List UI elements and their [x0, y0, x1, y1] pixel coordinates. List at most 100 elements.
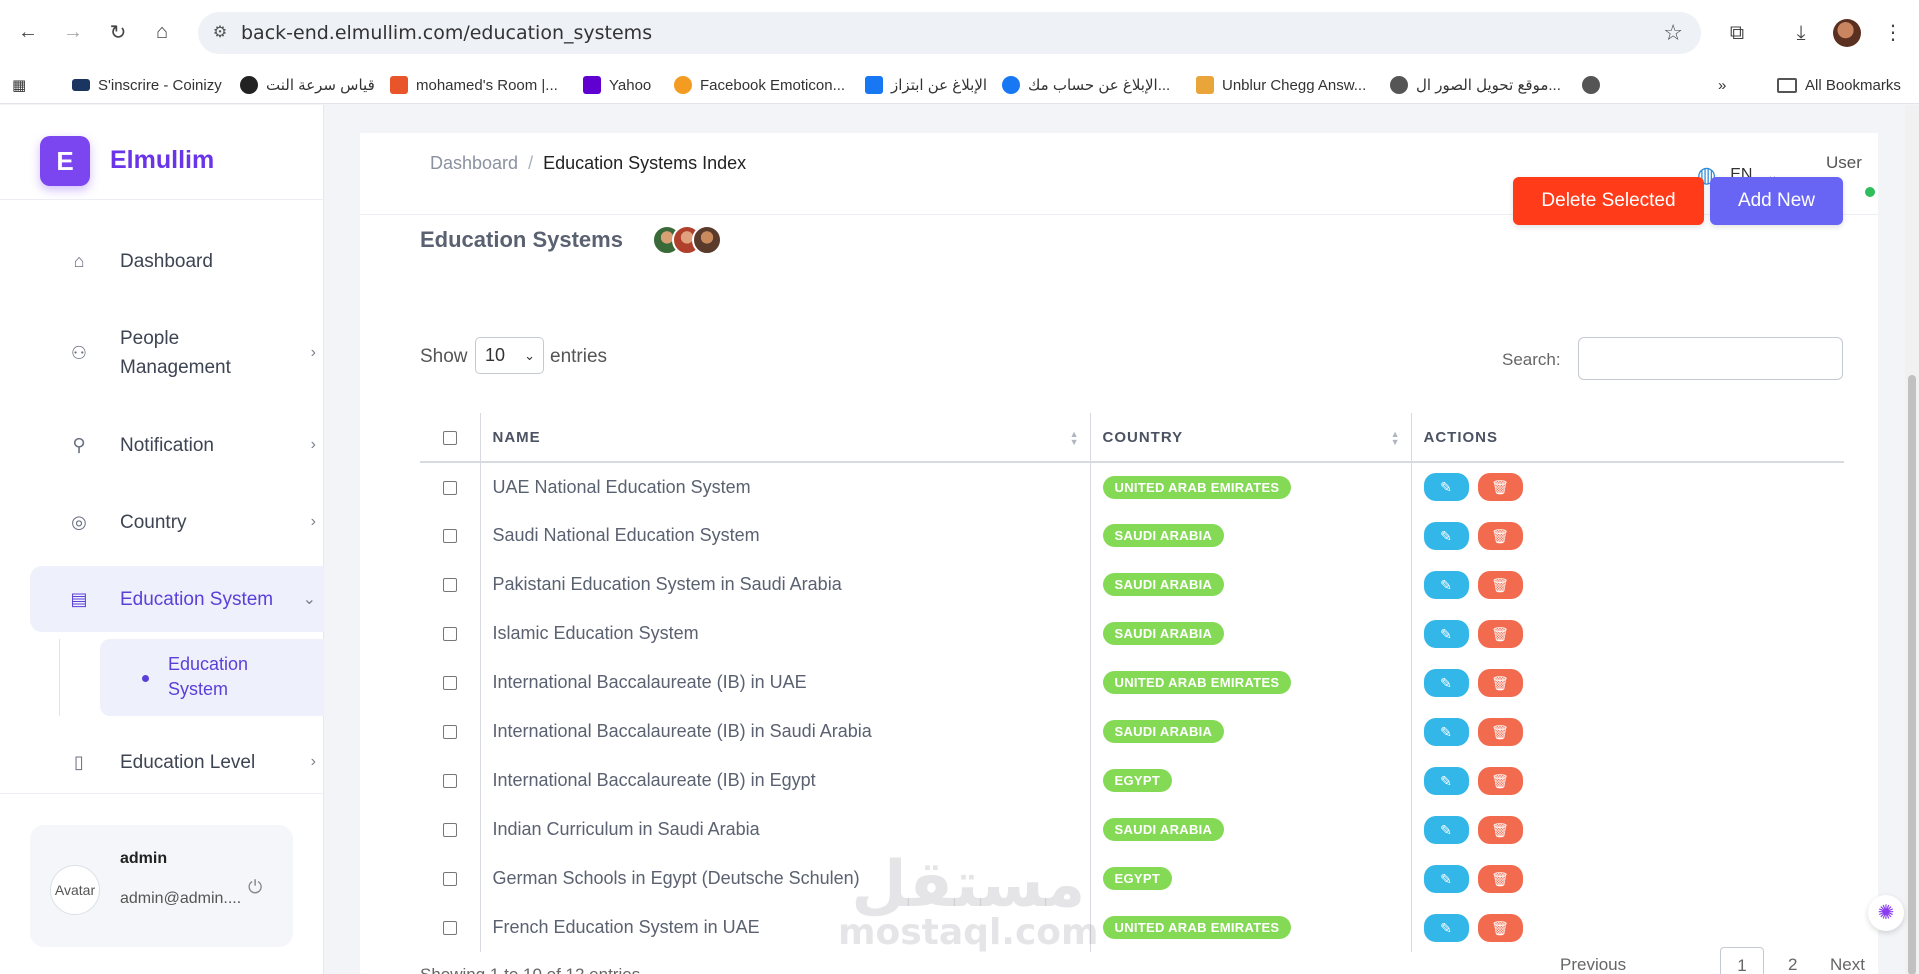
trash-icon[interactable]: 🗑 [1477, 815, 1523, 844]
bookmark-5[interactable]: الإبلاغ عن ابتزاز [865, 73, 987, 97]
bookmark-3[interactable]: Yahoo [583, 73, 651, 97]
edit-icon[interactable]: ✎ [1423, 521, 1469, 550]
page-scrollbar[interactable] [1905, 105, 1919, 974]
download-icon[interactable]: ⤓ [1786, 18, 1816, 48]
sidebar-item-education-level[interactable]: ▯ Education Level › [30, 742, 324, 782]
chevron-right-icon: › [310, 513, 316, 530]
sidebar-item-dashboard[interactable]: ⌂ Dashboard [30, 241, 324, 281]
row-checkbox[interactable] [442, 627, 457, 642]
row-checkbox[interactable] [442, 725, 457, 740]
apps-grid-icon[interactable]: ▦ [12, 73, 26, 97]
row-checkbox[interactable] [442, 872, 457, 887]
bookmark-2[interactable]: mohamed's Room |... [390, 73, 558, 97]
page-title: Education Systems [420, 227, 623, 252]
power-icon[interactable]: ⏻ [248, 877, 262, 898]
search-input[interactable] [1578, 337, 1843, 380]
address-bar[interactable]: ⚙ back-end.elmullim.com/education_system… [198, 12, 1701, 54]
cell-country: SAUDI ARABIA [1089, 707, 1411, 756]
user-name: admin [120, 850, 168, 867]
sidebar-item-label: People Management [120, 328, 231, 378]
profile-avatar[interactable] [1833, 19, 1861, 47]
sidebar-item-notification[interactable]: ⚲ Notification › [30, 425, 324, 465]
bookmark-8[interactable]: موقع تحويل الصور ال... [1390, 73, 1561, 97]
row-checkbox[interactable] [442, 578, 457, 593]
forward-icon[interactable]: → [59, 18, 87, 46]
bookmark-star-icon[interactable]: ☆ [1663, 20, 1683, 46]
home-icon[interactable]: ⌂ [148, 18, 176, 46]
bookmark-favicon [1390, 76, 1408, 94]
search-label: Search: [1502, 350, 1561, 369]
bookmark-6[interactable]: الإبلاغ عن حساب مك... [1002, 73, 1170, 97]
edit-icon[interactable]: ✎ [1423, 619, 1469, 648]
edit-icon[interactable]: ✎ [1423, 717, 1469, 746]
cell-actions: ✎ 🗑 [1410, 805, 1844, 854]
row-select-cell [420, 462, 480, 511]
next-button[interactable]: Next [1830, 955, 1865, 974]
row-checkbox[interactable] [442, 480, 457, 495]
cell-country: SAUDI ARABIA [1089, 609, 1411, 658]
brain-icon[interactable]: ✺ [1868, 895, 1904, 931]
submenu-item-education-system[interactable]: Education System [100, 639, 324, 716]
avatar[interactable] [692, 225, 722, 255]
edit-icon[interactable]: ✎ [1423, 668, 1469, 697]
page-2-button[interactable]: 2 [1788, 955, 1797, 974]
menu-kebab-icon[interactable]: ⋮ [1878, 18, 1908, 48]
breadcrumb-dashboard[interactable]: Dashboard [430, 153, 518, 173]
entries-select[interactable]: 10 ⌄ [475, 337, 544, 374]
breadcrumb-current: Education Systems Index [543, 153, 747, 173]
site-info-icon[interactable]: ⚙ [208, 21, 232, 45]
user-icon: ⚲ [72, 435, 86, 455]
edit-icon[interactable]: ✎ [1423, 473, 1469, 501]
row-checkbox[interactable] [442, 823, 457, 838]
scrollbar-thumb[interactable] [1908, 375, 1916, 974]
trash-icon[interactable]: 🗑 [1477, 717, 1523, 746]
cell-actions: ✎ 🗑 [1410, 903, 1844, 952]
cell-actions: ✎ 🗑 [1410, 707, 1844, 756]
extensions-icon[interactable]: ⧉ [1722, 18, 1752, 48]
row-checkbox[interactable] [442, 921, 457, 936]
row-checkbox[interactable] [442, 676, 457, 691]
url-text[interactable]: back-end.elmullim.com/education_systems [241, 22, 652, 44]
edit-icon[interactable]: ✎ [1423, 864, 1469, 893]
row-checkbox[interactable] [442, 529, 457, 544]
select-all-checkbox[interactable] [442, 430, 457, 445]
bookmark-1[interactable]: قياس سرعة النت [240, 73, 375, 97]
edit-icon[interactable]: ✎ [1423, 570, 1469, 599]
avatar[interactable]: Avatar [50, 865, 100, 915]
edit-icon[interactable]: ✎ [1423, 766, 1469, 795]
page-1-button[interactable]: 1 [1720, 947, 1764, 974]
bookmark-0[interactable]: S'inscrire - Coinizy [72, 73, 222, 97]
column-name[interactable]: NAME ▲ ▼ [479, 413, 1090, 463]
add-new-button[interactable]: Add New [1710, 177, 1843, 225]
table-row: UAE National Education System UNITED ARAB… [420, 462, 1844, 511]
edit-icon[interactable]: ✎ [1423, 815, 1469, 844]
country-badge: SAUDI ARABIA [1102, 720, 1225, 743]
cell-country: SAUDI ARABIA [1089, 560, 1411, 609]
prev-button[interactable]: Previous [1560, 955, 1626, 974]
trash-icon[interactable]: 🗑 [1477, 521, 1523, 550]
sidebar-item-label: Education System [120, 588, 274, 610]
sidebar-item-people-management[interactable]: ⚇ People Management › [30, 323, 324, 383]
trash-icon[interactable]: 🗑 [1477, 570, 1523, 599]
bookmark-4[interactable]: Facebook Emoticon... [674, 73, 845, 97]
trash-icon[interactable]: 🗑 [1477, 913, 1523, 942]
sidebar-item-education-system[interactable]: ▤ Education System ⌄ [30, 566, 324, 632]
bookmark-9[interactable] [1582, 73, 1608, 97]
reload-icon[interactable]: ↻ [104, 18, 132, 46]
trash-icon[interactable]: 🗑 [1477, 766, 1523, 795]
logo-text[interactable]: Elmullim [110, 146, 214, 175]
bookmark-7[interactable]: Unblur Chegg Answ... [1196, 73, 1366, 97]
trash-icon[interactable]: 🗑 [1477, 864, 1523, 893]
sidebar-item-country[interactable]: ◎ Country › [30, 502, 324, 542]
row-checkbox[interactable] [442, 774, 457, 789]
column-country[interactable]: COUNTRY ▲ ▼ [1089, 413, 1411, 463]
edit-icon[interactable]: ✎ [1423, 913, 1469, 942]
all-bookmarks[interactable]: All Bookmarks [1777, 73, 1901, 97]
delete-selected-button[interactable]: Delete Selected [1513, 177, 1704, 225]
trash-icon[interactable]: 🗑 [1477, 619, 1523, 648]
trash-icon[interactable]: 🗑 [1477, 668, 1523, 697]
trash-icon[interactable]: 🗑 [1477, 473, 1523, 501]
more-bookmarks-icon[interactable]: » [1718, 73, 1726, 97]
back-icon[interactable]: ← [14, 18, 42, 46]
logo-badge[interactable]: E [40, 136, 90, 186]
